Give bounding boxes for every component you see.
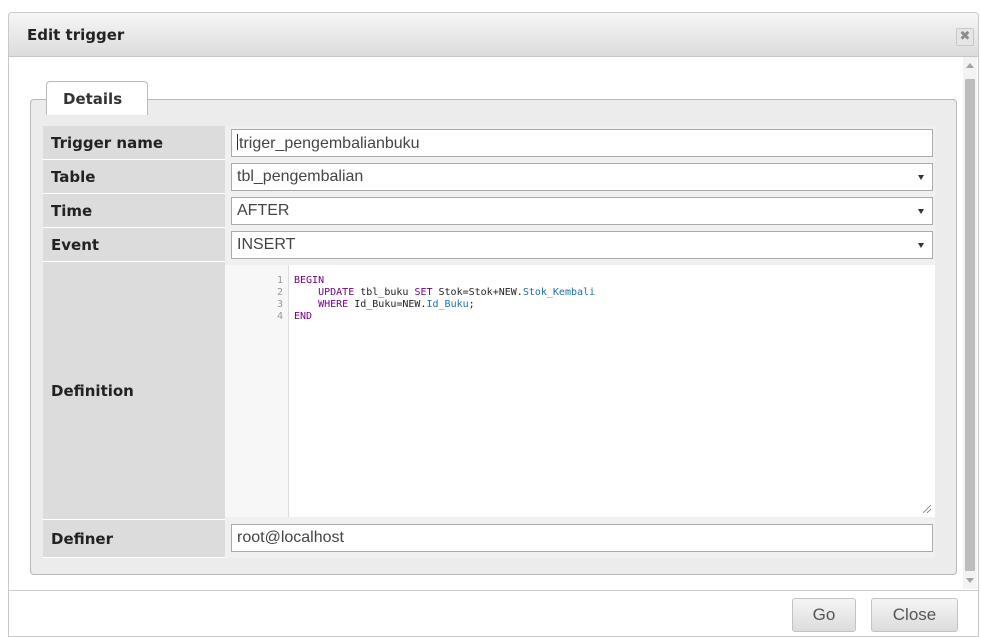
close-button[interactable]: Close bbox=[871, 598, 958, 632]
time-value: AFTER bbox=[237, 202, 290, 219]
event-cell: INSERT bbox=[225, 228, 935, 262]
resize-handle-icon[interactable] bbox=[923, 505, 931, 513]
row-table: Table tbl_pengembalian bbox=[43, 160, 935, 194]
vertical-scrollbar[interactable] bbox=[963, 57, 977, 589]
code-line: 1 BEGIN bbox=[225, 275, 935, 287]
dropdown-arrow-icon bbox=[918, 243, 924, 248]
close-icon[interactable]: ✖ bbox=[956, 28, 974, 46]
dropdown-arrow-icon bbox=[918, 209, 924, 214]
time-select[interactable]: AFTER bbox=[231, 197, 933, 225]
trigger-name-label: Trigger name bbox=[43, 126, 225, 160]
go-button[interactable]: Go bbox=[792, 598, 856, 632]
event-label: Event bbox=[43, 228, 225, 262]
scroll-down-icon[interactable] bbox=[966, 578, 974, 583]
line-number: 1 bbox=[276, 275, 283, 286]
dialog-title: Edit trigger bbox=[27, 26, 125, 44]
code-text: WHERE Id_Buku=NEW.Id_Buku; bbox=[318, 299, 475, 310]
trigger-name-value: triger_pengembalianbuku bbox=[239, 135, 420, 152]
row-event: Event INSERT bbox=[43, 228, 935, 262]
line-number: 3 bbox=[276, 299, 283, 310]
dialog-titlebar[interactable]: Edit trigger ✖ bbox=[9, 13, 978, 57]
table-select[interactable]: tbl_pengembalian bbox=[231, 163, 933, 191]
time-cell: AFTER bbox=[225, 194, 935, 228]
dialog-footer: Go Close bbox=[9, 590, 978, 636]
dropdown-arrow-icon bbox=[918, 175, 924, 180]
code-text: END bbox=[294, 311, 313, 322]
table-label: Table bbox=[43, 160, 225, 194]
row-definer: Definer root@localhost bbox=[43, 520, 935, 558]
text-caret bbox=[237, 134, 238, 150]
definition-cell: 1 BEGIN 2 UPDATE tbl_buku SET Stok=Stok+NE… bbox=[225, 262, 935, 520]
line-number: 2 bbox=[276, 287, 283, 298]
table-cell: tbl_pengembalian bbox=[225, 160, 935, 194]
scroll-up-icon[interactable] bbox=[966, 63, 974, 68]
table-value: tbl_pengembalian bbox=[237, 168, 364, 185]
code-text: UPDATE tbl_buku SET Stok=Stok+NEW.Stok_K… bbox=[318, 287, 596, 298]
details-legend: Details bbox=[46, 81, 148, 115]
row-definition: Definition 1 BEGIN 2 UPDATE tbl_buku SET S… bbox=[43, 262, 935, 520]
definer-label: Definer bbox=[43, 520, 225, 558]
definer-cell: root@localhost bbox=[225, 520, 935, 558]
code-line: 3 WHERE Id_Buku=NEW.Id_Buku; bbox=[225, 299, 935, 311]
trigger-name-input[interactable]: triger_pengembalianbuku bbox=[231, 129, 933, 157]
scrollbar-thumb[interactable] bbox=[965, 79, 975, 571]
row-time: Time AFTER bbox=[43, 194, 935, 228]
dialog-content: Details Trigger name triger_pengembalian… bbox=[9, 57, 962, 589]
definer-input[interactable]: root@localhost bbox=[231, 524, 933, 552]
code-text: BEGIN bbox=[294, 275, 325, 286]
definition-code-editor[interactable]: 1 BEGIN 2 UPDATE tbl_buku SET Stok=Stok+NE… bbox=[225, 265, 935, 517]
event-select[interactable]: INSERT bbox=[231, 231, 933, 259]
definer-value: root@localhost bbox=[237, 529, 344, 546]
definition-label: Definition bbox=[43, 262, 225, 520]
code-line: 2 UPDATE tbl_buku SET Stok=Stok+NEW.Stok… bbox=[225, 287, 935, 299]
trigger-name-cell: triger_pengembalianbuku bbox=[225, 126, 935, 160]
edit-trigger-dialog: Edit trigger ✖ Details Trigger name trig… bbox=[8, 12, 979, 637]
event-value: INSERT bbox=[237, 236, 296, 253]
code-line: 4 END bbox=[225, 311, 935, 323]
row-trigger-name: Trigger name triger_pengembalianbuku bbox=[43, 126, 935, 160]
time-label: Time bbox=[43, 194, 225, 228]
line-number: 4 bbox=[276, 311, 283, 322]
